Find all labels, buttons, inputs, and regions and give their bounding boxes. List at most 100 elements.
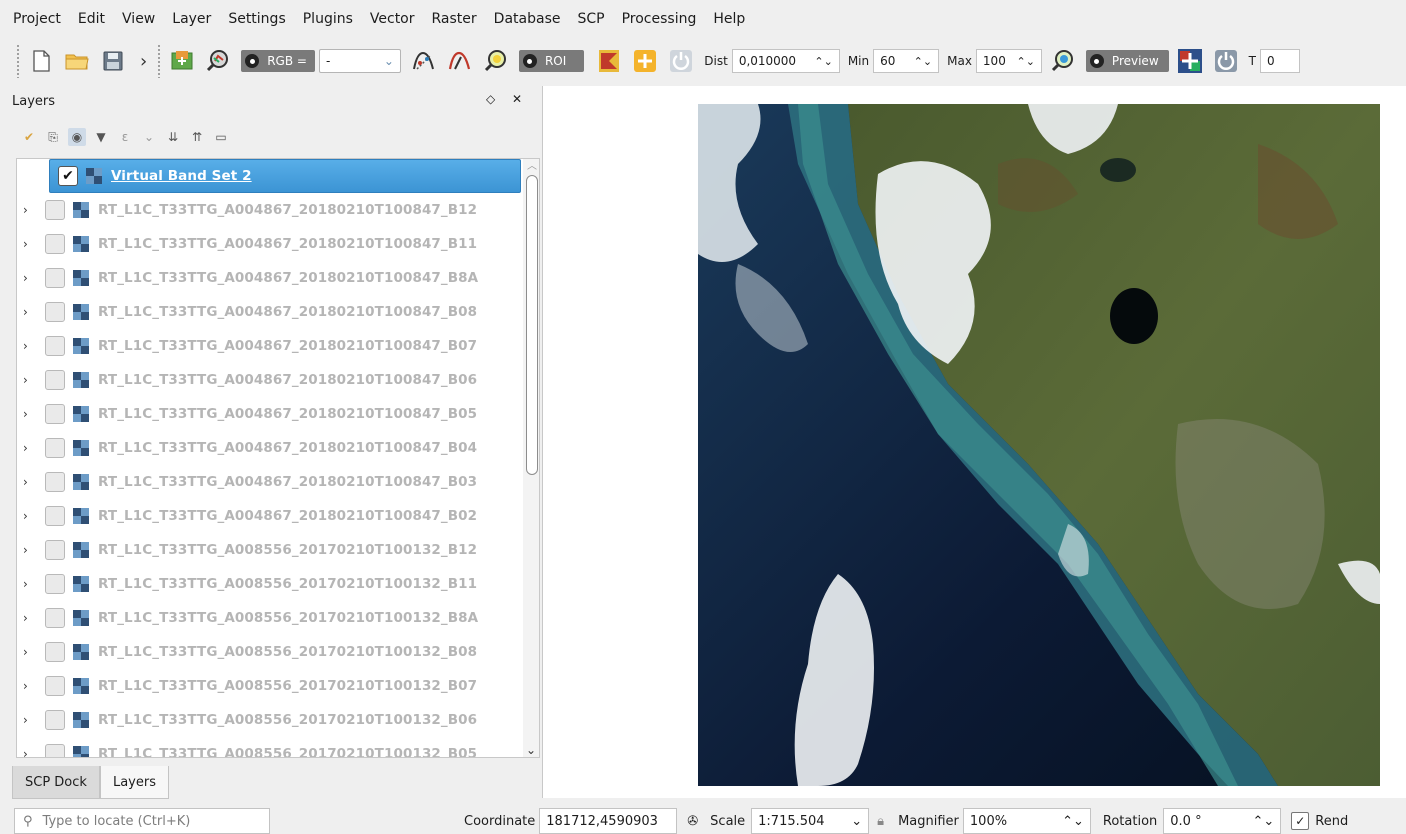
spin-arrows-icon[interactable]: ⌃⌄ bbox=[914, 55, 932, 68]
spin-arrows-icon[interactable]: ⌃⌄ bbox=[814, 55, 832, 68]
scrollbar-thumb[interactable] bbox=[526, 175, 538, 475]
save-icon[interactable] bbox=[100, 48, 126, 74]
spin-arrows-icon[interactable]: ⌃⌄ bbox=[1252, 814, 1274, 829]
menu-edit[interactable]: Edit bbox=[78, 11, 105, 27]
toolbar-overflow-chevron-icon[interactable]: › bbox=[140, 51, 147, 72]
expand-arrow-icon[interactable]: › bbox=[23, 339, 37, 353]
lock-scale-icon[interactable]: 🔒︎ bbox=[877, 814, 884, 829]
layer-row[interactable]: › RT_L1C_T33TTG_A004867_20180210T100847_B… bbox=[17, 193, 517, 227]
remove-layer-icon[interactable]: ▭ bbox=[212, 128, 230, 146]
menu-view[interactable]: View bbox=[122, 11, 155, 27]
expand-arrow-icon[interactable]: › bbox=[23, 441, 37, 455]
preview-toggle-button[interactable]: Preview bbox=[1085, 50, 1169, 72]
rotation-spinbox[interactable]: 0.0 ° ⌃⌄ bbox=[1163, 808, 1282, 834]
spectral-angle-icon[interactable] bbox=[447, 48, 473, 74]
layer-row[interactable]: › RT_L1C_T33TTG_A004867_20180210T100847_B… bbox=[17, 499, 517, 533]
zoom-rgb-icon[interactable] bbox=[205, 48, 231, 74]
layer-row[interactable]: › RT_L1C_T33TTG_A004867_20180210T100847_B… bbox=[17, 465, 517, 499]
expression-filter-icon[interactable]: ε bbox=[116, 128, 134, 146]
layer-visibility-checkbox[interactable] bbox=[45, 268, 65, 288]
expand-arrow-icon[interactable]: › bbox=[23, 713, 37, 727]
menu-database[interactable]: Database bbox=[494, 11, 561, 27]
expand-arrow-icon[interactable]: › bbox=[23, 373, 37, 387]
expand-all-icon[interactable]: ⇊ bbox=[164, 128, 182, 146]
add-group-icon[interactable]: ⎘ bbox=[44, 128, 62, 146]
menu-layer[interactable]: Layer bbox=[172, 11, 211, 27]
layer-row[interactable]: › RT_L1C_T33TTG_A004867_20180210T100847_B… bbox=[17, 295, 517, 329]
render-checkbox[interactable]: ✓ bbox=[1291, 812, 1310, 830]
layer-row[interactable]: › RT_L1C_T33TTG_A008556_20170210T100132_B… bbox=[17, 635, 517, 669]
band-set-icon[interactable] bbox=[169, 48, 195, 74]
menu-settings[interactable]: Settings bbox=[228, 11, 285, 27]
layer-row[interactable]: › RT_L1C_T33TTG_A008556_20170210T100132_B… bbox=[17, 703, 517, 737]
roi-polygon-icon[interactable] bbox=[596, 48, 622, 74]
new-project-icon[interactable] bbox=[28, 48, 54, 74]
zoom-preview-icon[interactable] bbox=[1050, 48, 1076, 74]
menu-plugins[interactable]: Plugins bbox=[303, 11, 353, 27]
layer-visibility-checkbox[interactable] bbox=[45, 642, 65, 662]
layer-visibility-checkbox[interactable] bbox=[45, 200, 65, 220]
layer-row[interactable]: › RT_L1C_T33TTG_A008556_20170210T100132_B… bbox=[17, 533, 517, 567]
band-combination-icon[interactable] bbox=[411, 48, 437, 74]
layer-row[interactable]: › RT_L1C_T33TTG_A008556_20170210T100132_B… bbox=[17, 669, 517, 703]
tab-layers[interactable]: Layers bbox=[99, 766, 169, 799]
magnifier-spinbox[interactable]: 100% ⌃⌄ bbox=[962, 808, 1091, 834]
layer-row[interactable]: › RT_L1C_T33TTG_A004867_20180210T100847_B… bbox=[17, 431, 517, 465]
layer-visibility-checkbox[interactable] bbox=[45, 574, 65, 594]
rgb-toggle-button[interactable]: RGB = bbox=[241, 50, 315, 72]
toolbar-grip-2[interactable] bbox=[157, 44, 162, 78]
toolbar-grip[interactable] bbox=[16, 44, 20, 78]
toggle-extents-icon[interactable]: ✇ bbox=[687, 814, 698, 829]
expand-arrow-icon[interactable]: › bbox=[23, 747, 37, 757]
layer-visibility-checkbox[interactable] bbox=[45, 608, 65, 628]
expand-arrow-icon[interactable]: › bbox=[23, 237, 37, 251]
scroll-down-icon[interactable]: ⌄ bbox=[526, 743, 536, 757]
max-spinbox[interactable]: 100 ⌃⌄ bbox=[975, 49, 1042, 73]
expand-arrow-icon[interactable]: › bbox=[23, 645, 37, 659]
layer-visibility-checkbox[interactable] bbox=[45, 506, 65, 526]
layer-visibility-checkbox[interactable] bbox=[45, 302, 65, 322]
expand-arrow-icon[interactable]: › bbox=[23, 475, 37, 489]
float-panel-icon[interactable]: ◇ bbox=[486, 92, 495, 106]
close-panel-icon[interactable]: ✕ bbox=[512, 92, 522, 106]
redo-preview-icon[interactable] bbox=[1213, 48, 1239, 74]
layer-visibility-checkbox[interactable] bbox=[45, 438, 65, 458]
layer-visibility-checkbox[interactable] bbox=[45, 336, 65, 356]
expand-arrow-icon[interactable]: › bbox=[23, 543, 37, 557]
layer-row[interactable]: › RT_L1C_T33TTG_A004867_20180210T100847_B… bbox=[17, 261, 517, 295]
expand-arrow-icon[interactable]: › bbox=[23, 611, 37, 625]
collapse-all-icon[interactable]: ⇈ bbox=[188, 128, 206, 146]
menu-processing[interactable]: Processing bbox=[622, 11, 697, 27]
layer-row[interactable]: › RT_L1C_T33TTG_A004867_20180210T100847_B… bbox=[17, 363, 517, 397]
expand-arrow-icon[interactable]: › bbox=[23, 577, 37, 591]
t-spinbox[interactable]: 0 bbox=[1259, 49, 1300, 73]
filter-icon[interactable]: ▼ bbox=[92, 128, 110, 146]
expand-arrow-icon[interactable]: › bbox=[23, 679, 37, 693]
menu-scp[interactable]: SCP bbox=[577, 11, 604, 27]
layer-row[interactable]: › RT_L1C_T33TTG_A004867_20180210T100847_B… bbox=[17, 397, 517, 431]
coordinate-field[interactable]: 181712,4590903 bbox=[539, 808, 678, 834]
menu-vector[interactable]: Vector bbox=[370, 11, 415, 27]
layer-tree-scrollbar[interactable]: ︿ ⌄ bbox=[523, 159, 539, 757]
min-spinbox[interactable]: 60 ⌃⌄ bbox=[873, 49, 940, 73]
expand-arrow-icon[interactable]: › bbox=[23, 305, 37, 319]
layer-visibility-checkbox[interactable] bbox=[45, 234, 65, 254]
roi-toggle-button[interactable]: ROI bbox=[518, 50, 585, 72]
layer-visibility-checkbox[interactable] bbox=[45, 472, 65, 492]
chevron-down-icon[interactable]: ⌄ bbox=[140, 128, 158, 146]
rgb-combo[interactable]: - ⌄ bbox=[318, 49, 401, 73]
expand-arrow-icon[interactable]: › bbox=[23, 509, 37, 523]
layer-row[interactable]: › RT_L1C_T33TTG_A008556_20170210T100132_B… bbox=[17, 601, 517, 635]
layer-row[interactable]: › RT_L1C_T33TTG_A004867_20180210T100847_B… bbox=[17, 329, 517, 363]
open-folder-icon[interactable] bbox=[64, 48, 90, 74]
scale-combo[interactable]: 1:715.504 ⌄ bbox=[751, 808, 870, 834]
layer-visibility-checkbox[interactable] bbox=[45, 676, 65, 696]
style-manager-icon[interactable]: ✔ bbox=[20, 128, 38, 146]
layer-visibility-checkbox[interactable] bbox=[45, 370, 65, 390]
classification-preview-icon[interactable] bbox=[1177, 48, 1203, 74]
layer-visibility-checkbox[interactable] bbox=[45, 710, 65, 730]
menu-raster[interactable]: Raster bbox=[432, 11, 477, 27]
zoom-roi-icon[interactable] bbox=[483, 48, 509, 74]
layer-visibility-checkbox[interactable] bbox=[45, 744, 65, 757]
add-roi-icon[interactable] bbox=[632, 48, 658, 74]
